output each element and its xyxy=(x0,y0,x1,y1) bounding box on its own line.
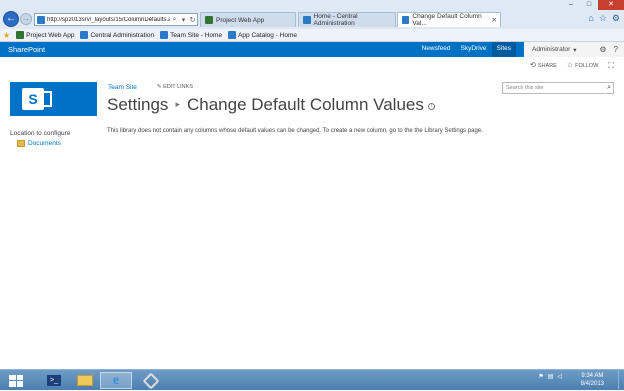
info-message: This library does not contain any column… xyxy=(107,128,483,134)
suite-link-skydrive[interactable]: SkyDrive xyxy=(456,42,492,57)
sharepoint-icon xyxy=(160,31,169,39)
suite-links: Newsfeed SkyDrive Sites xyxy=(417,42,516,57)
suite-link-newsfeed[interactable]: Newsfeed xyxy=(417,42,456,57)
favorite-central-administration[interactable]: Central Administration xyxy=(80,31,154,39)
edit-links-button[interactable]: ✎ EDIT LINKS xyxy=(157,84,193,90)
favorites-star-icon[interactable]: ★ xyxy=(3,31,10,40)
back-button[interactable]: ← xyxy=(3,11,19,27)
address-bar[interactable]: http://sp2013srv/_layouts/15/ColumnDefau… xyxy=(34,13,198,26)
dropdown-icon[interactable]: ▾ xyxy=(179,16,188,24)
sharepoint-icon xyxy=(303,16,311,24)
favorite-label: Project Web App xyxy=(26,31,75,39)
tab-label: Project Web App xyxy=(216,16,265,24)
volume-icon[interactable]: ◁ xyxy=(557,373,562,380)
location-header: Location to configure xyxy=(10,130,71,137)
breadcrumb-separator-icon: ▸ xyxy=(175,99,180,109)
suite-link-sites[interactable]: Sites xyxy=(491,42,516,57)
gear-icon[interactable]: ⚙ xyxy=(612,13,620,24)
pwa-icon xyxy=(16,31,25,39)
close-tab-icon[interactable]: ✕ xyxy=(492,16,497,24)
settings-gear-icon[interactable]: ⚙ xyxy=(599,45,606,54)
edit-links-label: EDIT LINKS xyxy=(163,84,193,90)
location-documents[interactable]: Documents xyxy=(17,140,61,147)
powershell-icon[interactable]: >_ xyxy=(40,372,68,389)
pwa-icon xyxy=(205,16,213,24)
share-button[interactable]: ⟲ SHARE xyxy=(530,61,557,71)
minimize-button[interactable]: – xyxy=(562,0,580,10)
browser-tools: ⌂ ☆ ⚙ xyxy=(588,13,620,24)
share-icon: ⟲ xyxy=(530,62,536,69)
network-icon[interactable]: ▤ xyxy=(548,373,554,380)
favorite-label: Team Site - Home xyxy=(170,31,223,39)
sharepoint-icon xyxy=(37,15,45,24)
search-placeholder: Search this site xyxy=(506,85,544,91)
sharepoint-icon xyxy=(228,31,237,39)
internet-explorer-icon[interactable]: e xyxy=(100,372,132,389)
sharepoint-logo-bracket xyxy=(40,91,52,107)
refresh-icon[interactable]: ↻ xyxy=(188,16,197,24)
info-icon[interactable]: i xyxy=(427,103,435,110)
favorite-team-site-home[interactable]: Team Site - Home xyxy=(160,31,222,39)
title-settings-link[interactable]: Settings xyxy=(107,95,168,114)
browser-chrome: – □ ✕ ← → http://sp2013srv/_layouts/15/C… xyxy=(0,0,624,42)
suite-brand[interactable]: SharePoint xyxy=(8,45,45,54)
favorite-label: App Catalog - Home xyxy=(238,31,297,39)
chevron-down-icon: ▾ xyxy=(573,46,577,54)
page-title: Settings ▸ Change Default Column Values i xyxy=(107,95,435,115)
sharepoint-icon xyxy=(80,31,89,39)
taskbar-clock[interactable]: 9:34 AM 8/4/2013 xyxy=(581,372,604,388)
focus-icon[interactable]: ⛶ xyxy=(608,61,614,71)
search-icon[interactable]: ⌕ xyxy=(607,84,611,92)
system-tray: ⚑ ▤ ◁ xyxy=(538,373,562,380)
maximize-button[interactable]: □ xyxy=(580,0,598,10)
pencil-icon: ✎ xyxy=(157,84,162,90)
tab-label: Change Default Column Val... xyxy=(412,13,482,27)
start-button[interactable] xyxy=(3,372,29,389)
user-name[interactable]: Administrator xyxy=(532,46,570,53)
window-controls: – □ ✕ xyxy=(562,0,624,10)
flag-icon[interactable]: ⚑ xyxy=(538,373,543,380)
tab-central-administration[interactable]: Home - Central Administration xyxy=(298,12,396,27)
help-icon[interactable]: ? xyxy=(614,45,618,54)
site-logo[interactable]: S xyxy=(10,82,97,116)
windows-logo-icon xyxy=(9,374,23,387)
tool-icon[interactable] xyxy=(137,372,165,389)
share-label: SHARE xyxy=(537,63,557,69)
follow-button[interactable]: ☆ FOLLOW xyxy=(567,61,599,71)
home-icon[interactable]: ⌂ xyxy=(588,13,593,24)
user-menu[interactable]: Administrator ▾ ⚙ ? xyxy=(524,42,624,57)
tab-change-default-column-values[interactable]: Change Default Column Val... ✕ xyxy=(397,12,501,27)
taskbar: >_ e ⚑ ▤ ◁ 9:34 AM 8/4/2013 xyxy=(0,369,624,391)
folder-icon xyxy=(17,140,25,147)
show-desktop-button[interactable] xyxy=(618,370,624,391)
favorites-star-icon[interactable]: ☆ xyxy=(599,13,607,24)
address-url[interactable]: http://sp2013srv/_layouts/15/ColumnDefau… xyxy=(47,17,170,23)
close-button[interactable]: ✕ xyxy=(598,0,624,10)
search-icon[interactable]: ⌕ xyxy=(170,16,179,24)
sharepoint-icon xyxy=(402,16,410,24)
forward-button[interactable]: → xyxy=(20,13,32,25)
page-actions: ⟲ SHARE ☆ FOLLOW ⛶ xyxy=(530,61,614,71)
file-explorer-icon[interactable] xyxy=(71,372,99,389)
favorite-app-catalog-home[interactable]: App Catalog - Home xyxy=(228,31,297,39)
title-current: Change Default Column Values xyxy=(186,95,424,114)
tab-project-web-app[interactable]: Project Web App xyxy=(200,12,296,27)
tab-label: Home - Central Administration xyxy=(313,13,358,27)
favorites-bar: ★ Project Web App Central Administration… xyxy=(0,29,624,42)
clock-date: 8/4/2013 xyxy=(580,381,604,387)
favorite-project-web-app[interactable]: Project Web App xyxy=(16,31,74,39)
search-box[interactable]: Search this site ⌕ xyxy=(502,82,614,94)
clock-time: 9:34 AM xyxy=(581,373,604,379)
breadcrumb[interactable]: Team Site xyxy=(108,84,137,91)
suite-bar: SharePoint Newsfeed SkyDrive Sites Admin… xyxy=(0,42,624,57)
follow-label: FOLLOW xyxy=(575,63,599,69)
location-documents-label[interactable]: Documents xyxy=(28,140,61,147)
star-icon: ☆ xyxy=(566,62,574,69)
favorite-label: Central Administration xyxy=(90,31,155,39)
